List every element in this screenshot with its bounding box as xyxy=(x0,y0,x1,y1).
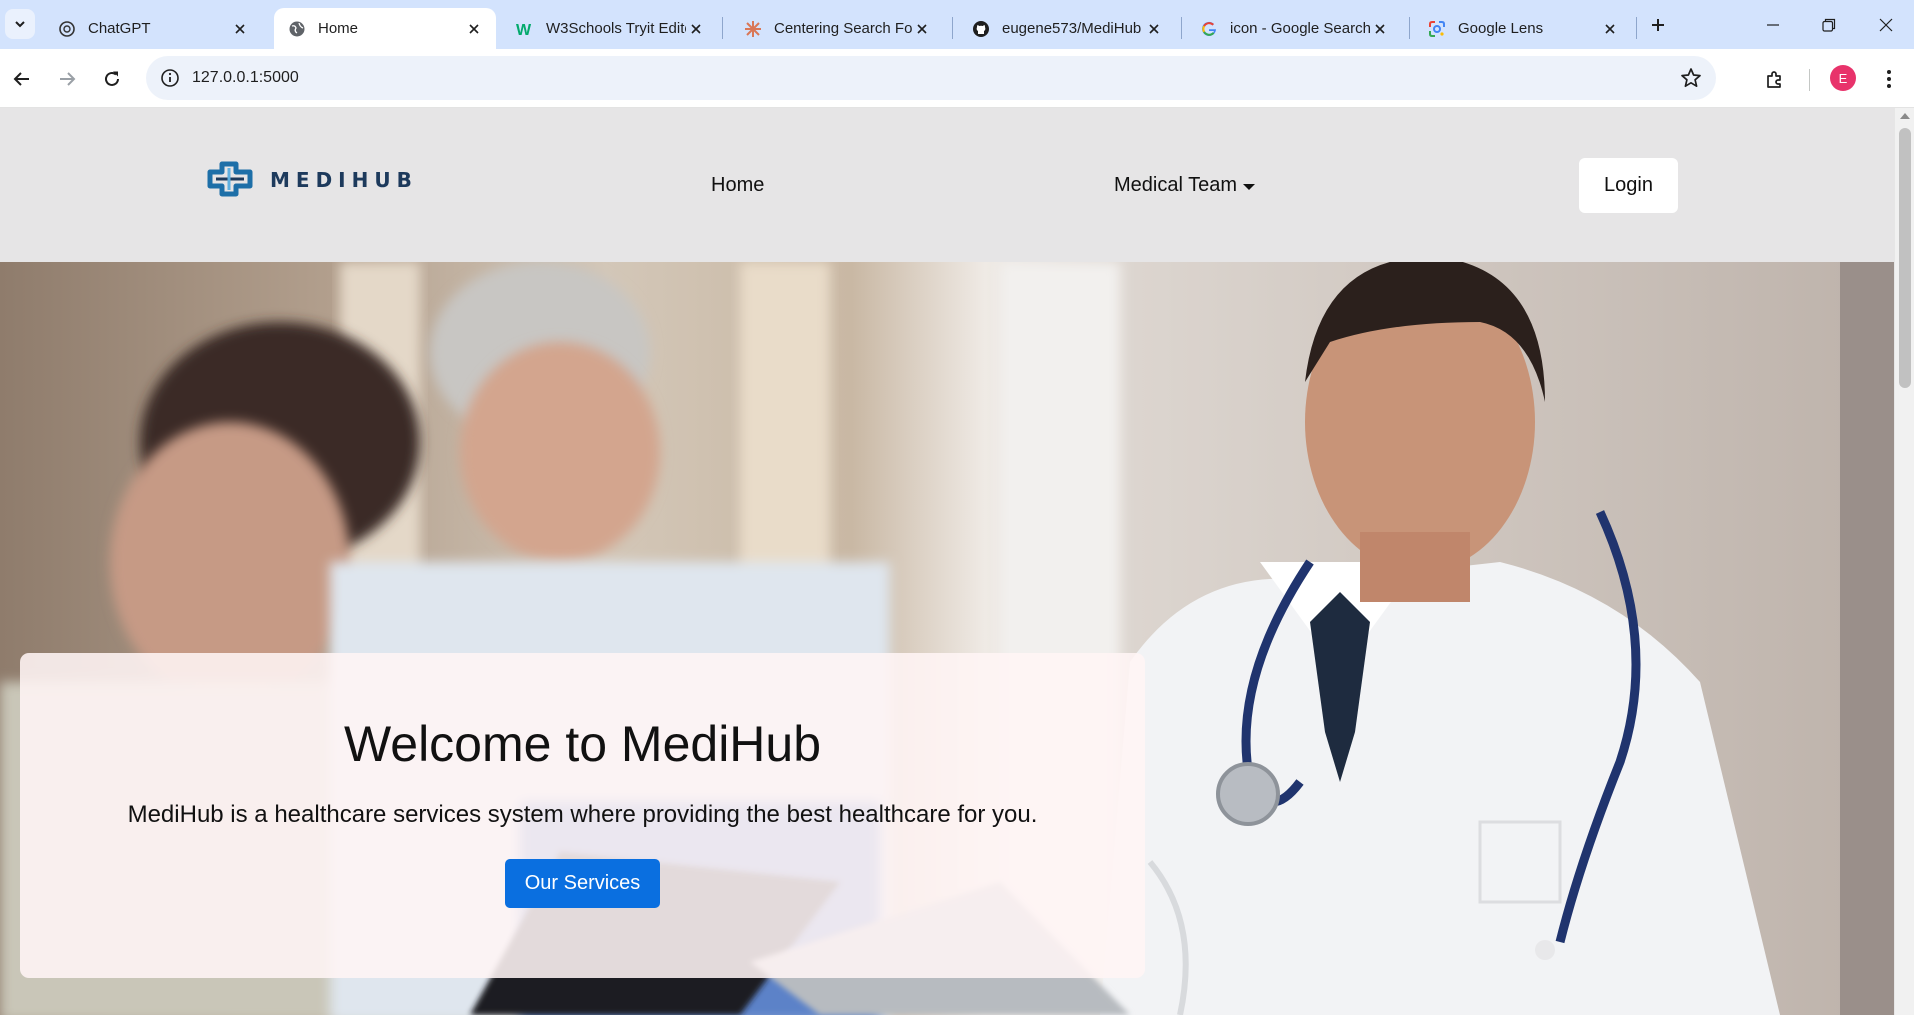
arrow-left-icon xyxy=(13,72,29,86)
page-viewport: MEDIHUB Home Medical Team Login Welcome … xyxy=(0,108,1894,1015)
tab-title: ChatGPT xyxy=(88,20,151,37)
welcome-description: MediHub is a healthcare services system … xyxy=(127,801,1038,828)
minimize-icon xyxy=(1767,23,1779,26)
tab-separator xyxy=(1181,17,1182,39)
extensions-button[interactable] xyxy=(1758,62,1792,96)
address-bar[interactable]: 127.0.0.1:5000 xyxy=(146,56,1716,100)
new-tab-button[interactable] xyxy=(1645,12,1671,38)
browser-tab-strip: ChatGPT Home W W3Schools Tryit Edito Cen… xyxy=(0,0,1914,49)
hero-section: Welcome to MediHub MediHub is a healthca… xyxy=(0,262,1894,1015)
browser-toolbar: 127.0.0.1:5000 E xyxy=(0,49,1914,108)
puzzle-icon xyxy=(1767,71,1781,88)
login-button[interactable]: Login xyxy=(1579,158,1678,213)
tab-centering-search[interactable]: Centering Search For xyxy=(730,8,944,49)
tab-title: icon - Google Search xyxy=(1230,20,1370,37)
url-text[interactable]: 127.0.0.1:5000 xyxy=(192,69,299,87)
menu-button[interactable] xyxy=(1872,62,1906,96)
site-navbar: MEDIHUB Home Medical Team Login xyxy=(0,108,1894,262)
claude-icon xyxy=(744,20,762,38)
openai-icon xyxy=(58,20,76,38)
tab-home[interactable]: Home xyxy=(274,8,496,49)
nav-home-link[interactable]: Home xyxy=(711,174,764,197)
tab-title: W3Schools Tryit Edito xyxy=(546,20,686,37)
minimize-button[interactable] xyxy=(1745,0,1801,49)
caret-down-icon xyxy=(1243,183,1256,190)
chevron-down-icon xyxy=(15,21,25,28)
site-logo[interactable]: MEDIHUB xyxy=(206,160,418,200)
tab-w3schools[interactable]: W W3Schools Tryit Edito xyxy=(502,8,718,49)
kebab-menu-icon xyxy=(1887,70,1891,88)
back-button[interactable] xyxy=(5,62,39,96)
svg-text:W: W xyxy=(516,22,532,38)
tab-separator xyxy=(1636,17,1637,39)
close-icon[interactable] xyxy=(1370,19,1390,39)
close-icon[interactable] xyxy=(230,19,250,39)
restore-button[interactable] xyxy=(1801,0,1857,49)
tab-github[interactable]: eugene573/MediHub xyxy=(958,8,1176,49)
close-icon[interactable] xyxy=(1144,19,1164,39)
welcome-card: Welcome to MediHub MediHub is a healthca… xyxy=(20,653,1145,978)
tab-title: Google Lens xyxy=(1458,20,1544,37)
globe-icon xyxy=(288,20,306,38)
w3schools-icon: W xyxy=(516,20,534,38)
scroll-up-arrow-icon[interactable] xyxy=(1900,113,1910,119)
bookmark-star-icon[interactable] xyxy=(1680,67,1702,89)
close-icon[interactable] xyxy=(912,19,932,39)
tab-chatgpt[interactable]: ChatGPT xyxy=(44,8,262,49)
tab-title: Centering Search For xyxy=(774,20,912,37)
arrow-right-icon xyxy=(60,72,76,86)
close-icon[interactable] xyxy=(1600,19,1620,39)
restore-icon xyxy=(1822,18,1836,32)
tab-separator xyxy=(722,17,723,39)
tab-google-lens[interactable]: Google Lens xyxy=(1414,8,1632,49)
forward-button[interactable] xyxy=(50,62,84,96)
tab-title: Home xyxy=(318,20,359,37)
logo-text: MEDIHUB xyxy=(270,168,418,192)
scrollbar-thumb[interactable] xyxy=(1899,128,1911,388)
reload-button[interactable] xyxy=(95,62,129,96)
tab-separator xyxy=(1409,17,1410,39)
toolbar-separator xyxy=(1809,69,1810,91)
google-lens-icon xyxy=(1428,20,1446,38)
tab-search-button[interactable] xyxy=(5,9,35,39)
google-icon xyxy=(1200,20,1218,38)
close-icon xyxy=(1879,18,1893,31)
github-icon xyxy=(972,20,990,38)
our-services-button[interactable]: Our Services xyxy=(505,859,660,908)
medical-cross-logo-icon xyxy=(207,161,253,197)
welcome-title: Welcome to MediHub xyxy=(343,716,822,772)
nav-medical-team-dropdown[interactable]: Medical Team xyxy=(1114,174,1256,197)
close-icon[interactable] xyxy=(686,19,706,39)
tab-separator xyxy=(952,17,953,39)
close-icon[interactable] xyxy=(464,19,484,39)
reload-icon xyxy=(105,71,119,86)
tab-google-search[interactable]: icon - Google Search xyxy=(1186,8,1402,49)
page-scrollbar[interactable] xyxy=(1894,108,1914,1015)
info-icon[interactable] xyxy=(160,68,180,88)
nav-medical-team-label: Medical Team xyxy=(1114,174,1238,196)
profile-avatar[interactable]: E xyxy=(1830,65,1856,91)
window-close-button[interactable] xyxy=(1858,0,1914,49)
plus-icon xyxy=(1652,19,1664,31)
tab-title: eugene573/MediHub xyxy=(1002,20,1142,37)
